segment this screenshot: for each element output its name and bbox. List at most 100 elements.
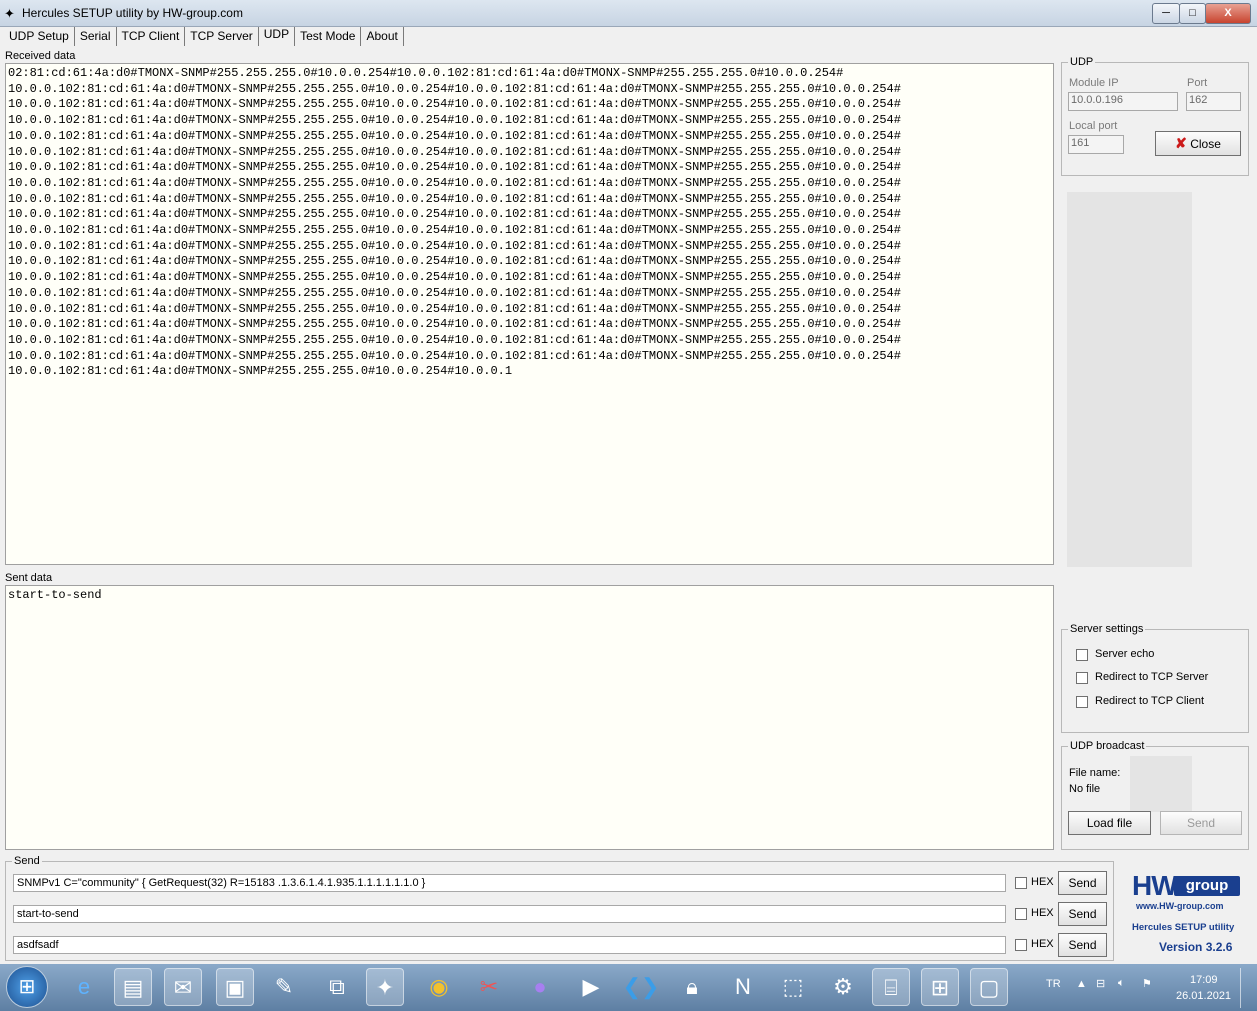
logo-product: Hercules SETUP utility <box>1132 922 1235 933</box>
file-name-label: File name: <box>1069 767 1121 779</box>
settings-icon[interactable]: ⚙ <box>824 968 862 1006</box>
thunderbird-icon[interactable]: ✉ <box>164 968 202 1006</box>
received-line: 10.0.0.102:81:cd:61:4a:d0#TMONX-SNMP#255… <box>8 128 901 143</box>
terminal-icon[interactable]: ⌸ <box>872 968 910 1006</box>
hex-checkbox-3[interactable] <box>1015 939 1027 951</box>
load-file-button[interactable]: Load file <box>1068 811 1151 835</box>
send-input-2[interactable]: start-to-send <box>13 905 1006 923</box>
server-echo-label: Server echo <box>1095 648 1155 660</box>
file-preview-placeholder <box>1130 756 1192 812</box>
send-group-legend: Send <box>14 855 40 867</box>
send-button-1[interactable]: Send <box>1058 871 1107 895</box>
sent-data-label: Sent data <box>5 572 53 584</box>
network-tool-icon[interactable]: ⧉ <box>318 968 356 1006</box>
received-line: 10.0.0.102:81:cd:61:4a:d0#TMONX-SNMP#255… <box>8 113 901 128</box>
messenger-icon[interactable]: ● <box>521 968 559 1006</box>
window-icon[interactable]: ▢ <box>970 968 1008 1006</box>
send-button-3[interactable]: Send <box>1058 933 1107 957</box>
clock-time[interactable]: 17:09 <box>1190 974 1218 986</box>
received-line: 10.0.0.102:81:cd:61:4a:d0#TMONX-SNMP#255… <box>8 97 901 112</box>
redirect-tcp-client-checkbox[interactable] <box>1076 696 1088 708</box>
received-line: 10.0.0.102:81:cd:61:4a:d0#TMONX-SNMP#255… <box>8 207 901 222</box>
security-icon[interactable]: 🔒︎ <box>673 968 711 1006</box>
tray-expand-icon[interactable]: ▲ <box>1076 978 1087 990</box>
received-line: 10.0.0.102:81:cd:61:4a:d0#TMONX-SNMP#255… <box>8 254 901 269</box>
image-viewer-icon[interactable]: ▣ <box>216 968 254 1006</box>
module-ip-field[interactable]: 10.0.0.196 <box>1068 92 1178 111</box>
tab-udp-setup[interactable]: UDP Setup <box>4 27 75 46</box>
system-tray: TR ▲ ⊟ 🔈︎ ⚑ 17:09 26.01.2021 <box>1030 964 1257 1011</box>
tab-bar: UDP Setup Serial TCP Client TCP Server U… <box>4 27 404 46</box>
received-line: 02:81:cd:61:4a:d0#TMONX-SNMP#255.255.255… <box>8 66 844 80</box>
hw-group-logo: HW group www.HW-group.com Hercules SETUP… <box>1122 866 1252 960</box>
window-title: Hercules SETUP utility by HW-group.com <box>22 6 243 20</box>
maximize-button[interactable]: □ <box>1179 3 1206 24</box>
sent-data-pane[interactable]: start-to-send <box>5 585 1054 850</box>
received-line: 10.0.0.102:81:cd:61:4a:d0#TMONX-SNMP#255… <box>8 270 901 285</box>
screenshot-icon[interactable]: ⬚ <box>774 968 812 1006</box>
network-tray-icon[interactable]: ⊟ <box>1096 977 1105 990</box>
title-bar[interactable]: ✦ Hercules SETUP utility by HW-group.com… <box>0 0 1257 27</box>
media-player-icon[interactable]: ▶ <box>572 968 610 1006</box>
tab-about[interactable]: About <box>361 27 404 46</box>
server-settings-legend: Server settings <box>1070 623 1144 635</box>
send-input-3[interactable]: asdfsadf <box>13 936 1006 954</box>
received-line: 10.0.0.102:81:cd:61:4a:d0#TMONX-SNMP#255… <box>8 364 513 379</box>
logo-version: Version 3.2.6 <box>1159 940 1233 954</box>
hex-label-3: HEX <box>1031 938 1054 950</box>
received-line: 10.0.0.102:81:cd:61:4a:d0#TMONX-SNMP#255… <box>8 144 901 159</box>
received-line: 10.0.0.102:81:cd:61:4a:d0#TMONX-SNMP#255… <box>8 160 901 175</box>
broadcast-send-button[interactable]: Send <box>1160 811 1242 835</box>
hercules-app-icon: ✦ <box>4 6 15 21</box>
received-line: 10.0.0.102:81:cd:61:4a:d0#TMONX-SNMP#255… <box>8 332 901 347</box>
tab-test-mode[interactable]: Test Mode <box>295 27 362 46</box>
local-port-label: Local port <box>1069 120 1118 132</box>
udp-group-legend: UDP <box>1070 56 1094 68</box>
language-indicator[interactable]: TR <box>1046 978 1061 990</box>
tab-tcp-server[interactable]: TCP Server <box>185 27 259 46</box>
chrome-icon[interactable]: ◉ <box>420 968 458 1006</box>
module-ip-label: Module IP <box>1069 77 1119 89</box>
file-name-value: No file <box>1069 783 1101 795</box>
tab-serial[interactable]: Serial <box>75 27 117 46</box>
show-desktop-button[interactable] <box>1240 968 1256 1008</box>
send-input-1[interactable]: SNMPv1 C="community" { GetRequest(32) R=… <box>13 874 1006 892</box>
port-field[interactable]: 162 <box>1186 92 1241 111</box>
action-center-icon[interactable]: ⚑ <box>1142 977 1152 990</box>
vscode-icon[interactable]: ❮❯ <box>622 968 660 1006</box>
hercules-icon[interactable]: ✦ <box>366 968 404 1006</box>
server-echo-checkbox[interactable] <box>1076 649 1088 661</box>
redirect-tcp-server-checkbox[interactable] <box>1076 672 1088 684</box>
volume-tray-icon[interactable]: 🔈︎ <box>1118 977 1125 990</box>
start-orb-icon[interactable]: ⊞ <box>6 966 48 1008</box>
hw-logo-mark: HW <box>1132 870 1178 901</box>
local-port-field[interactable]: 161 <box>1068 135 1124 154</box>
hex-label-2: HEX <box>1031 907 1054 919</box>
tab-udp[interactable]: UDP <box>258 27 296 46</box>
received-line: 10.0.0.102:81:cd:61:4a:d0#TMONX-SNMP#255… <box>8 317 901 332</box>
notepad-icon[interactable]: ✎ <box>265 968 303 1006</box>
send-button-2[interactable]: Send <box>1058 902 1107 926</box>
scissors-icon[interactable]: ✂ <box>470 968 508 1006</box>
received-line: 10.0.0.102:81:cd:61:4a:d0#TMONX-SNMP#255… <box>8 285 901 300</box>
file-explorer-icon[interactable]: ▤ <box>114 968 152 1006</box>
received-data-pane[interactable]: 02:81:cd:61:4a:d0#TMONX-SNMP#255.255.255… <box>5 63 1054 565</box>
minimize-button[interactable]: ─ <box>1152 3 1180 24</box>
hex-checkbox-2[interactable] <box>1015 908 1027 920</box>
received-line: 10.0.0.102:81:cd:61:4a:d0#TMONX-SNMP#255… <box>8 238 901 253</box>
tab-tcp-client[interactable]: TCP Client <box>117 27 186 46</box>
received-line: 10.0.0.102:81:cd:61:4a:d0#TMONX-SNMP#255… <box>8 191 901 206</box>
close-window-button[interactable]: X <box>1205 3 1251 24</box>
hex-checkbox-1[interactable] <box>1015 877 1027 889</box>
diagram-icon[interactable]: ⊞ <box>921 968 959 1006</box>
side-panel-placeholder <box>1067 192 1192 567</box>
clock-date[interactable]: 26.01.2021 <box>1176 990 1231 1002</box>
taskbar: ⊞ e ▤ ✉ ▣ ✎ ⧉ ✦ ◉ ✂ ● ▶ ❮❯ 🔒︎ N ⬚ ⚙ ⌸ ⊞ … <box>0 964 1257 1011</box>
received-line: 10.0.0.102:81:cd:61:4a:d0#TMONX-SNMP#255… <box>8 223 901 238</box>
notion-icon[interactable]: N <box>724 968 762 1006</box>
internet-explorer-icon[interactable]: e <box>65 968 103 1006</box>
port-label: Port <box>1187 77 1208 89</box>
redirect-tcp-client-label: Redirect to TCP Client <box>1095 695 1205 707</box>
close-connection-label: Close <box>1190 137 1221 151</box>
close-connection-button[interactable]: ✘ Close <box>1155 131 1241 156</box>
